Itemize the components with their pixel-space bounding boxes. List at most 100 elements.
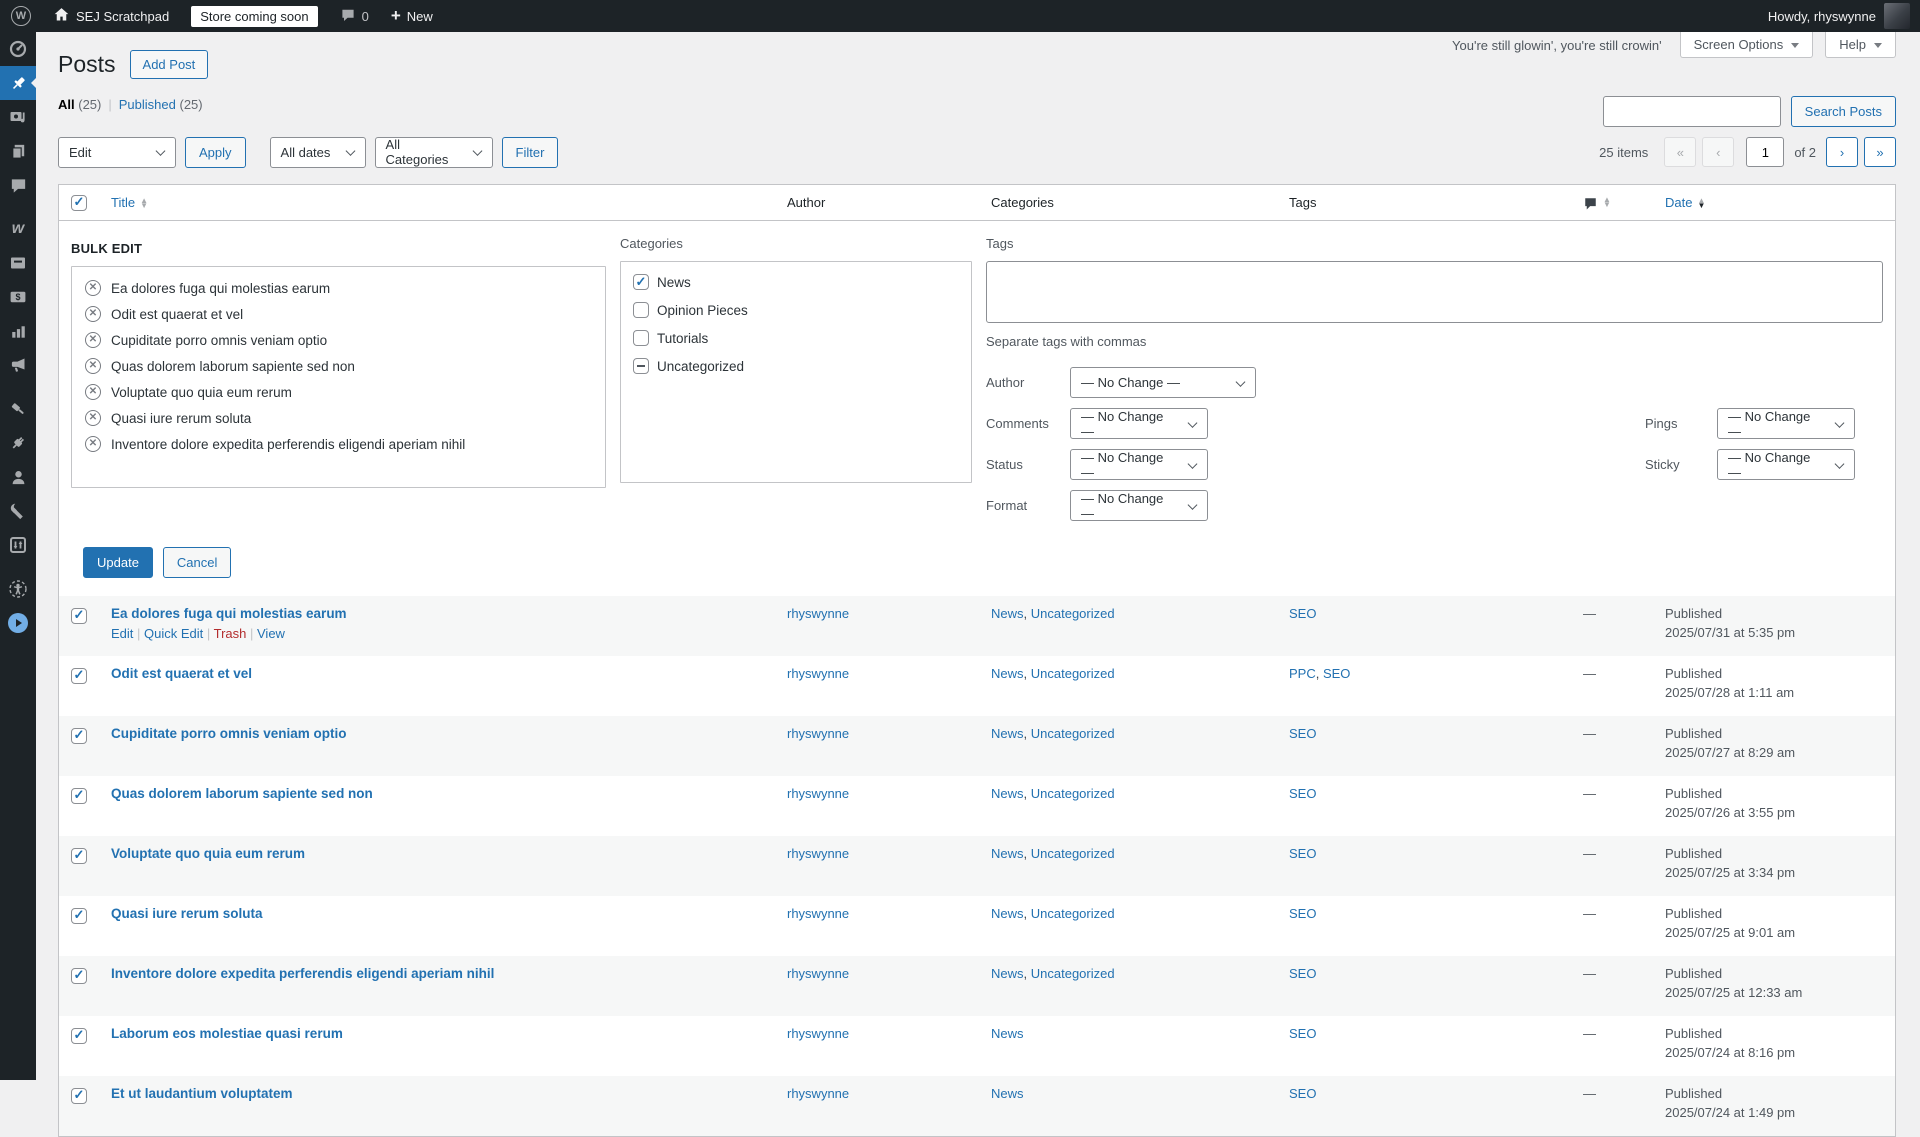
category-link[interactable]: Uncategorized	[1031, 966, 1115, 981]
menu-pages[interactable]	[0, 134, 36, 168]
row-checkbox[interactable]	[71, 788, 87, 804]
tag-link[interactable]: SEO	[1289, 846, 1316, 861]
category-link[interactable]: News	[991, 906, 1024, 921]
post-title-link[interactable]: Quas dolorem laborum sapiente sed non	[111, 786, 373, 801]
category-link[interactable]: News	[991, 1026, 1024, 1041]
menu-comments[interactable]	[0, 168, 36, 202]
sort-comments-header[interactable]	[1583, 194, 1598, 209]
remove-post-icon[interactable]: ✕	[85, 384, 101, 400]
row-checkbox[interactable]	[71, 608, 87, 624]
menu-users[interactable]	[0, 460, 36, 494]
menu-media[interactable]	[0, 100, 36, 134]
category-link[interactable]: News	[991, 666, 1024, 681]
author-link[interactable]: rhyswynne	[787, 1086, 849, 1101]
tag-link[interactable]: SEO	[1289, 606, 1316, 621]
post-title-link[interactable]: Ea dolores fuga qui molestias earum	[111, 606, 347, 621]
row-checkbox[interactable]	[71, 908, 87, 924]
search-posts-button[interactable]: Search Posts	[1791, 96, 1896, 127]
post-title-link[interactable]: Odit est quaerat et vel	[111, 666, 252, 681]
row-checkbox[interactable]	[71, 1028, 87, 1044]
remove-post-icon[interactable]: ✕	[85, 306, 101, 322]
tag-link[interactable]: SEO	[1289, 1026, 1316, 1041]
row-checkbox[interactable]	[71, 1088, 87, 1104]
post-title-link[interactable]: Laborum eos molestiae quasi rerum	[111, 1026, 343, 1041]
select-all-checkbox[interactable]	[71, 195, 87, 211]
category-link[interactable]: Uncategorized	[1031, 846, 1115, 861]
author-link[interactable]: rhyswynne	[787, 966, 849, 981]
category-link[interactable]: News	[991, 606, 1024, 621]
categories-filter-select[interactable]: All Categories	[375, 137, 493, 168]
bulk-pings-select[interactable]: — No Change —	[1717, 408, 1855, 439]
author-link[interactable]: rhyswynne	[787, 786, 849, 801]
author-link[interactable]: rhyswynne	[787, 666, 849, 681]
next-page-button[interactable]: ›	[1826, 137, 1858, 167]
author-link[interactable]: rhyswynne	[787, 726, 849, 741]
view-all-link[interactable]: All	[58, 97, 75, 112]
bulk-tags-textarea[interactable]	[986, 261, 1883, 323]
category-checkbox[interactable]	[633, 330, 649, 346]
remove-post-icon[interactable]: ✕	[85, 358, 101, 374]
category-link[interactable]: Uncategorized	[1031, 786, 1115, 801]
bulk-action-select[interactable]: Edit	[58, 137, 176, 168]
avatar[interactable]	[1884, 3, 1910, 29]
row-checkbox[interactable]	[71, 848, 87, 864]
howdy-account-link[interactable]: Howdy, rhyswynne	[1768, 9, 1876, 24]
add-post-button[interactable]: Add Post	[130, 50, 209, 79]
category-link[interactable]: News	[991, 1086, 1024, 1101]
post-title-link[interactable]: Cupiditate porro omnis veniam optio	[111, 726, 347, 741]
category-checkbox[interactable]	[633, 302, 649, 318]
last-page-button[interactable]: »	[1864, 137, 1896, 167]
tag-link[interactable]: SEO	[1289, 966, 1316, 981]
category-link[interactable]: News	[991, 966, 1024, 981]
category-link[interactable]: News	[991, 726, 1024, 741]
store-coming-soon-badge[interactable]: Store coming soon	[180, 0, 328, 32]
search-input[interactable]	[1603, 96, 1781, 127]
category-checkbox[interactable]	[633, 358, 649, 374]
post-title-link[interactable]: Quasi iure rerum soluta	[111, 906, 263, 921]
remove-post-icon[interactable]: ✕	[85, 410, 101, 426]
site-name-link[interactable]: SEJ Scratchpad	[42, 0, 180, 32]
post-title-link[interactable]: Inventore dolore expedita perferendis el…	[111, 966, 494, 981]
tag-link[interactable]: SEO	[1289, 726, 1316, 741]
row-checkbox[interactable]	[71, 968, 87, 984]
remove-post-icon[interactable]: ✕	[85, 280, 101, 296]
row-action-edit[interactable]: Edit	[111, 626, 133, 641]
current-page-input[interactable]	[1746, 137, 1784, 167]
menu-plugins[interactable]	[0, 426, 36, 460]
menu-settings[interactable]	[0, 528, 36, 562]
bulk-status-select[interactable]: — No Change —	[1070, 449, 1208, 480]
author-link[interactable]: rhyswynne	[787, 606, 849, 621]
view-published-link[interactable]: Published	[119, 97, 176, 112]
comments-bubble[interactable]: 0	[329, 0, 380, 32]
menu-dashboard[interactable]	[0, 32, 36, 66]
category-link[interactable]: News	[991, 786, 1024, 801]
tag-link[interactable]: PPC	[1289, 666, 1316, 681]
row-checkbox[interactable]	[71, 728, 87, 744]
category-link[interactable]: Uncategorized	[1031, 606, 1115, 621]
wordpress-logo-icon[interactable]: W	[0, 0, 42, 32]
menu-posts[interactable]	[0, 66, 36, 100]
bulk-format-select[interactable]: — No Change —	[1070, 490, 1208, 521]
menu-appearance-tools[interactable]	[0, 392, 36, 426]
dates-filter-select[interactable]: All dates	[270, 137, 366, 168]
bulk-author-select[interactable]: — No Change —	[1070, 367, 1256, 398]
category-link[interactable]: Uncategorized	[1031, 726, 1115, 741]
apply-button[interactable]: Apply	[185, 137, 246, 168]
post-title-link[interactable]: Et ut laudantium voluptatem	[111, 1086, 293, 1101]
bulk-update-button[interactable]: Update	[83, 547, 153, 578]
menu-analytics[interactable]	[0, 314, 36, 348]
tag-link[interactable]: SEO	[1289, 906, 1316, 921]
author-link[interactable]: rhyswynne	[787, 846, 849, 861]
remove-post-icon[interactable]: ✕	[85, 436, 101, 452]
menu-archive[interactable]	[0, 246, 36, 280]
filter-button[interactable]: Filter	[502, 137, 559, 168]
menu-monetization[interactable]: $	[0, 280, 36, 314]
tag-link[interactable]: SEO	[1289, 1086, 1316, 1101]
row-checkbox[interactable]	[71, 668, 87, 684]
menu-collapse[interactable]	[0, 606, 36, 640]
bulk-comments-select[interactable]: — No Change —	[1070, 408, 1208, 439]
menu-wpforms[interactable]: w	[0, 212, 36, 246]
tag-link[interactable]: SEO	[1289, 786, 1316, 801]
category-link[interactable]: Uncategorized	[1031, 666, 1115, 681]
menu-marketing[interactable]	[0, 348, 36, 382]
